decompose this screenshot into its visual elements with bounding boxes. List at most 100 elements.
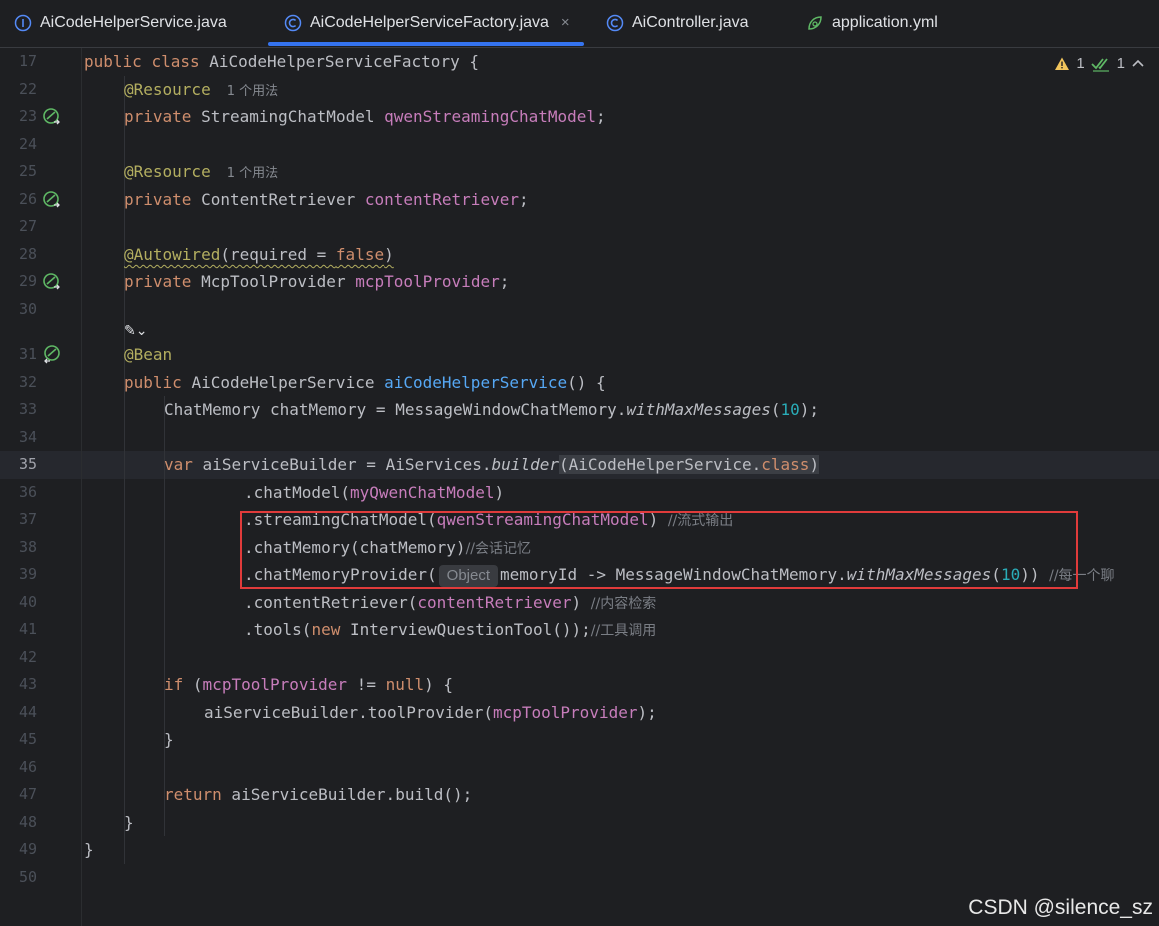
punct: ) [571,593,591,612]
line-number: 35 [18,455,37,473]
code-text: .contentRetriever( [244,593,418,612]
tab-application-yml[interactable]: application.yml [806,0,938,45]
watermark: CSDN @silence_sz [968,896,1153,919]
line-number: 46 [18,758,37,776]
line-number: 31 [18,345,37,363]
tab-label: AiCodeHelperServiceFactory.java [310,13,549,31]
code-line-35[interactable]: var aiServiceBuilder = AiServices.builde… [164,451,820,479]
annotation: @Resource [124,162,211,181]
code-line-26[interactable]: private ContentRetriever contentRetrieve… [124,186,529,214]
bean-injection-icon[interactable] [42,190,62,210]
keyword: public [84,52,142,71]
punct: ; [518,190,529,209]
line-number: 36 [18,483,37,501]
static-method: withMaxMessages [626,400,771,419]
code-text: aiServiceBuilder.toolProvider( [204,703,493,722]
close-tab-icon[interactable]: × [561,14,570,31]
line-number: 38 [18,538,37,556]
annotation-args: (required = [220,245,336,264]
line-number: 30 [18,300,37,318]
code-line-36[interactable]: .chatModel(myQwenChatModel) [244,479,504,507]
line-number: 23 [18,107,37,125]
code-line-32[interactable]: public AiCodeHelperService aiCodeHelperS… [124,369,606,397]
usage-hint[interactable]: 1 个用法 [227,84,278,99]
punct: } [164,730,174,749]
code-line-25[interactable]: @Resource 1 个用法 [124,158,278,186]
tab-aicodehelperservice[interactable]: AiCodeHelperService.java [14,0,227,45]
bean-injection-icon[interactable] [42,272,62,292]
punct: ) [494,483,505,502]
type-name: StreamingChatModel [201,107,375,126]
tab-aicodehelperservicefactory[interactable]: AiCodeHelperServiceFactory.java × [268,0,584,46]
keyword: class [761,455,810,474]
keyword: public [124,373,182,392]
bean-provider-icon[interactable] [42,345,62,365]
line-number: 40 [18,593,37,611]
code-line-43[interactable]: if (mcpToolProvider != null) { [164,671,453,699]
spring-config-icon [806,14,824,32]
field-name: mcpToolProvider [202,675,348,694]
line-number: 43 [18,675,37,693]
code-line-33[interactable]: ChatMemory chatMemory = MessageWindowCha… [164,396,819,424]
line-number: 27 [18,217,37,235]
punct: ) [809,455,820,474]
field-name: qwenStreamingChatModel [384,107,597,126]
punct: ); [637,703,657,722]
line-number: 45 [18,730,37,748]
line-number: 24 [18,135,37,153]
code-line-29[interactable]: private McpToolProvider mcpToolProvider; [124,268,509,296]
line-number: 32 [18,373,37,391]
code-line-31[interactable]: @Bean [124,341,172,369]
code-line-44[interactable]: aiServiceBuilder.toolProvider(mcpToolPro… [204,699,657,727]
code-text: aiServiceBuilder = AiServices. [202,455,492,474]
code-text: ChatMemory chatMemory = MessageWindowCha… [164,400,627,419]
code-line-48[interactable]: } [124,809,134,837]
code-line-23[interactable]: private StreamingChatModel qwenStreaming… [124,103,606,131]
code-line-41[interactable]: .tools(new InterviewQuestionTool());//工具… [244,616,656,644]
number-literal: 10 [780,400,800,419]
class-icon [606,14,624,32]
static-method: builder [491,455,559,474]
code-line-17[interactable]: public class AiCodeHelperServiceFactory … [84,48,479,76]
code-text: (AiCodeHelperService. [558,455,762,474]
code-line-47[interactable]: return aiServiceBuilder.build(); [164,781,472,809]
tab-aicontroller[interactable]: AiController.java [606,0,749,45]
annotation: @Bean [124,345,173,364]
line-number: 49 [18,840,37,858]
class-name: AiCodeHelperServiceFactory { [209,52,479,71]
line-number: 28 [18,245,37,263]
keyword: if [164,675,184,694]
keyword: var [164,455,193,474]
code-line-22[interactable]: @Resource 1 个用法 [124,76,278,104]
tab-label: AiCodeHelperService.java [40,13,227,31]
check-double-icon [1091,57,1109,72]
punct: ; [499,272,510,291]
keyword: null [385,675,425,694]
editor-tab-bar: AiCodeHelperService.java AiCodeHelperSer… [0,0,1159,48]
code-line-40[interactable]: .contentRetriever(contentRetriever) //内容… [244,589,656,617]
keyword: private [124,107,192,126]
code-line-49[interactable]: } [84,836,94,864]
code-line-28[interactable]: @Autowired(required = false) [124,241,394,269]
line-number: 37 [18,510,37,528]
line-number: 17 [18,52,37,70]
keyword: new [311,620,341,639]
keyword: class [151,52,200,71]
keyword: return [164,785,222,804]
type-name: AiCodeHelperService [191,373,375,392]
inspection-status[interactable]: 1 1 [1054,55,1145,72]
code-text: .chatModel( [244,483,350,502]
punct: () { [567,373,606,392]
line-number: 47 [18,785,37,803]
keyword: false [335,245,385,264]
line-number: 25 [18,162,37,180]
code-line-45[interactable]: } [164,726,174,754]
comment: //内容检索 [590,596,657,612]
bean-injection-icon[interactable] [42,107,62,127]
usage-hint[interactable]: 1 个用法 [227,166,278,181]
field-name: contentRetriever [417,593,572,612]
code-editor[interactable]: 17 22 23 24 25 26 27 28 29 30 31 32 33 3… [0,48,1159,926]
chevron-up-icon[interactable] [1131,57,1145,71]
edit-bean-icon[interactable]: ✎⌄ [124,323,147,339]
line-number-gutter: 17 22 23 24 25 26 27 28 29 30 31 32 33 3… [0,48,82,926]
